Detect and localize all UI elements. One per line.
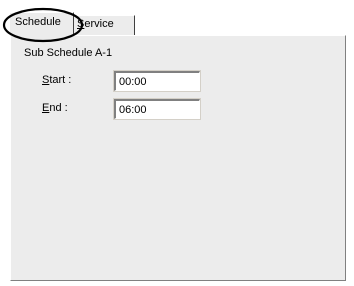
sub-schedule-title: Sub Schedule A-1: [24, 47, 113, 59]
tab-service[interactable]: Service: [72, 15, 135, 35]
dialog-root: Sub Schedule A-1 Start : End : Schedule …: [0, 0, 354, 286]
start-label: Start :: [42, 74, 71, 86]
tab-panel-schedule: Sub Schedule A-1 Start : End :: [10, 35, 346, 281]
start-time-input[interactable]: [113, 70, 201, 92]
tab-service-label: Service: [77, 16, 114, 32]
start-label-text: tart :: [49, 74, 72, 86]
tab-service-text: ervice: [84, 18, 114, 30]
end-label-text: nd :: [49, 102, 68, 114]
end-label: End :: [42, 102, 68, 114]
tab-schedule-label: Schedule: [15, 16, 61, 28]
end-time-input[interactable]: [113, 98, 201, 120]
tab-schedule[interactable]: Schedule: [9, 12, 74, 36]
